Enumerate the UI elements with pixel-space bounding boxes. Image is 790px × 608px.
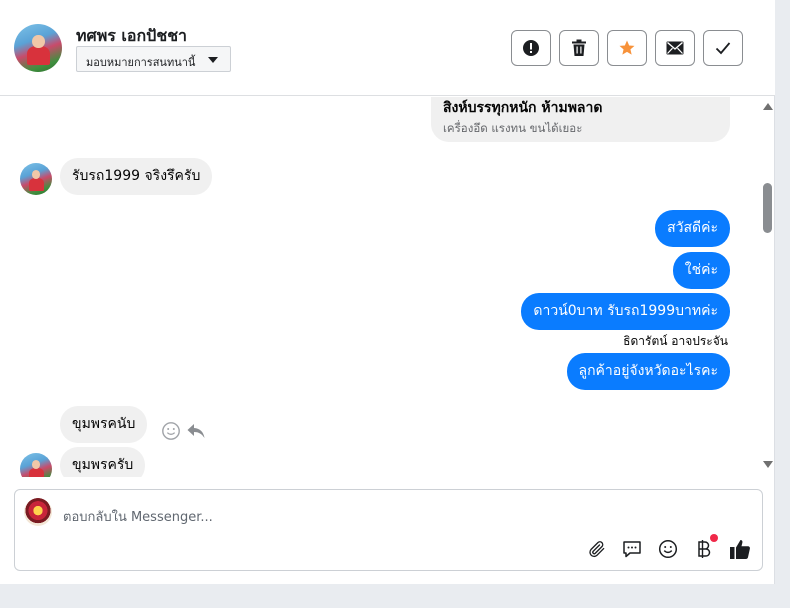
contact-avatar[interactable] xyxy=(14,24,62,72)
trash-icon xyxy=(572,39,586,56)
message-bubble-incoming[interactable]: ขุมพรครับ xyxy=(60,447,146,477)
envelope-icon xyxy=(666,41,684,55)
conversation-header: ทศพร เอกปัชชา มอบหมายการสนทนานี้ xyxy=(0,0,775,96)
contact-avatar-small[interactable] xyxy=(20,453,52,477)
scroll-up-arrow-icon[interactable] xyxy=(763,103,773,110)
scroll-down-arrow-icon[interactable] xyxy=(763,461,773,468)
caret-down-icon xyxy=(208,57,218,63)
report-button[interactable] xyxy=(511,30,551,66)
reply-input[interactable]: ตอบกลับใน Messenger... xyxy=(63,506,213,527)
react-emoji-icon[interactable] xyxy=(161,421,181,445)
reply-arrow-icon[interactable] xyxy=(186,421,206,445)
star-icon xyxy=(619,40,635,55)
ad-title: สิงห์บรรทุกหนัก ห้ามพลาด xyxy=(443,100,603,116)
check-icon xyxy=(715,42,731,55)
message-bubble-incoming[interactable]: รับรถ1999 จริงรึครับ xyxy=(60,158,213,195)
message-bubble-incoming[interactable]: ขุมพรคนับ xyxy=(60,406,148,443)
message-bubble-outgoing[interactable]: ดาวน์0บาท รับรถ1999บาทค่ะ xyxy=(521,293,730,330)
emoji-icon[interactable] xyxy=(656,537,680,561)
page-avatar xyxy=(24,498,52,526)
notification-dot xyxy=(710,534,718,542)
conversation-panel: ทศพร เอกปัชชา มอบหมายการสนทนานี้ สิงห์บร… xyxy=(0,0,775,584)
message-bubble-outgoing[interactable]: สวัสดีค่ะ xyxy=(655,210,730,247)
message-bubble-outgoing[interactable]: ลูกค้าอยู่จังหวัดอะไรคะ xyxy=(566,353,730,390)
star-button[interactable] xyxy=(607,30,647,66)
exclamation-icon xyxy=(523,40,539,56)
thumbs-up-icon[interactable] xyxy=(728,537,752,561)
paperclip-icon[interactable] xyxy=(585,537,609,561)
ad-subtitle: เครื่องอึด แรงทน ขนได้เยอะ xyxy=(443,121,583,135)
saved-reply-icon[interactable] xyxy=(620,537,644,561)
mark-unread-button[interactable] xyxy=(655,30,695,66)
contact-avatar-small[interactable] xyxy=(20,163,52,195)
sender-label: ธิดารัตน์ อาจประจัน xyxy=(623,334,728,348)
page-background-strip xyxy=(0,584,790,608)
assign-label: มอบหมายการสนทนานี้ xyxy=(86,56,196,69)
message-thread[interactable]: สิงห์บรรทุกหนัก ห้ามพลาด เครื่องอึด แรงท… xyxy=(0,97,775,477)
delete-button[interactable] xyxy=(559,30,599,66)
ad-reply-card[interactable]: สิงห์บรรทุกหนัก ห้ามพลาด เครื่องอึด แรงท… xyxy=(431,97,730,142)
scrollbar-thumb[interactable] xyxy=(763,183,772,233)
assign-conversation-dropdown[interactable]: มอบหมายการสนทนานี้ xyxy=(76,46,231,72)
mark-done-button[interactable] xyxy=(703,30,743,66)
message-bubble-outgoing[interactable]: ใช่ค่ะ xyxy=(672,252,730,289)
reply-composer[interactable]: ตอบกลับใน Messenger... xyxy=(14,489,763,571)
